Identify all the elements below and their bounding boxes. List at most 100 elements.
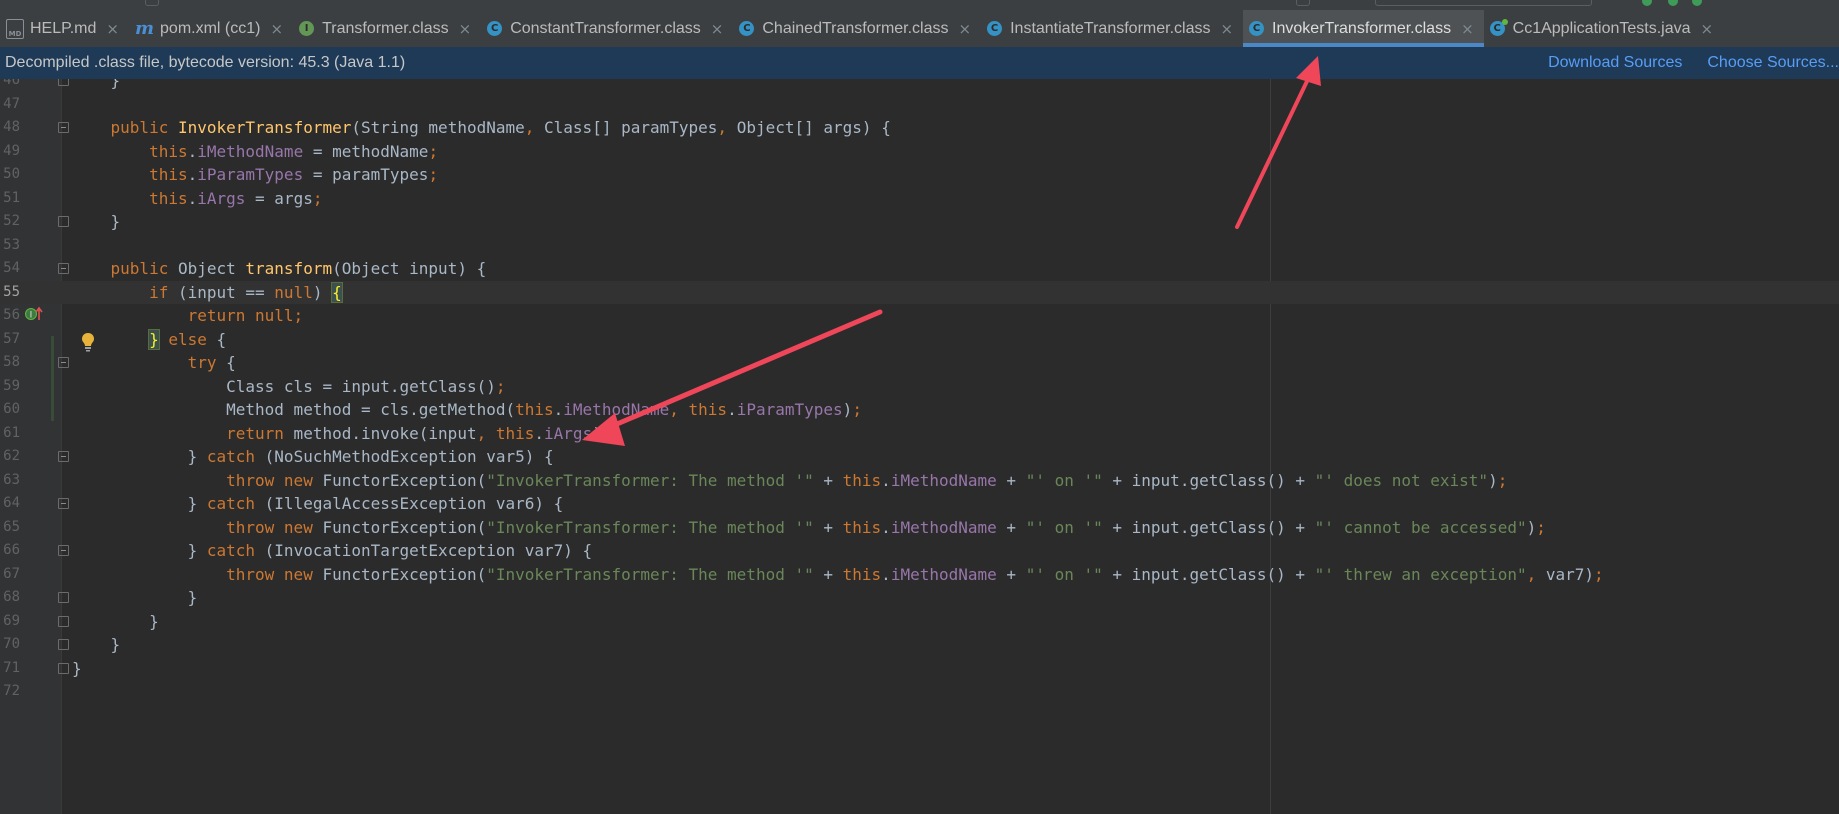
code-text[interactable]: } — [72, 586, 198, 610]
fold-end-icon[interactable] — [58, 662, 69, 674]
toolbar-button[interactable] — [145, 0, 159, 6]
code-text[interactable]: } catch (InvocationTargetException var7)… — [72, 539, 593, 563]
vcs-change-marker[interactable] — [51, 336, 54, 421]
code-line[interactable]: 68 } — [0, 586, 1839, 610]
line-number[interactable]: 61 — [0, 422, 20, 446]
line-number[interactable]: 69 — [0, 610, 20, 634]
code-line[interactable]: 61 return method.invoke(input, this.iArg… — [0, 422, 1839, 446]
close-icon[interactable]: × — [270, 20, 283, 38]
line-number[interactable]: 50 — [0, 163, 20, 187]
code-text[interactable]: Method method = cls.getMethod(this.iMeth… — [72, 398, 862, 422]
tab-constanttransformer-class[interactable]: C ConstantTransformer.class × — [481, 10, 733, 47]
code-text[interactable]: throw new FunctorException("InvokerTrans… — [72, 563, 1604, 587]
fold-end-icon[interactable] — [58, 592, 69, 604]
close-icon[interactable]: × — [106, 20, 119, 38]
line-number[interactable]: 55 — [0, 281, 20, 305]
code-text[interactable]: this.iArgs = args; — [72, 187, 322, 211]
toolbar-button[interactable] — [1296, 0, 1310, 6]
line-number[interactable]: 62 — [0, 445, 20, 469]
code-line[interactable]: 51 this.iArgs = args; — [0, 187, 1839, 211]
code-line[interactable]: 49 this.iMethodName = methodName; — [0, 140, 1839, 164]
code-line[interactable]: 52 } — [0, 210, 1839, 234]
code-text[interactable]: this.iParamTypes = paramTypes; — [72, 163, 438, 187]
line-number[interactable]: 64 — [0, 492, 20, 516]
line-number[interactable]: 71 — [0, 657, 20, 681]
line-number[interactable]: 56 — [0, 304, 20, 328]
code-line[interactable]: 67 throw new FunctorException("InvokerTr… — [0, 563, 1839, 587]
run-config-selector[interactable] — [1375, 0, 1592, 6]
fold-collapse-icon[interactable] — [58, 451, 69, 463]
fold-end-icon[interactable] — [58, 216, 69, 228]
tab-pom-xml-cc1[interactable]: m pom.xml (cc1) × — [129, 10, 293, 47]
code-line[interactable]: 58 try { — [0, 351, 1839, 375]
code-text[interactable]: public InvokerTransformer(String methodN… — [72, 116, 891, 140]
code-line[interactable]: 60 Method method = cls.getMethod(this.iM… — [0, 398, 1839, 422]
code-line[interactable]: 69 } — [0, 610, 1839, 634]
code-text[interactable]: throw new FunctorException("InvokerTrans… — [72, 469, 1507, 493]
implements-method-icon[interactable]: I — [24, 304, 44, 324]
fold-collapse-icon[interactable] — [58, 498, 69, 510]
line-number[interactable]: 67 — [0, 563, 20, 587]
code-text[interactable]: return null; — [72, 304, 304, 328]
code-line[interactable]: 70 } — [0, 633, 1839, 657]
code-line[interactable]: 53 — [0, 234, 1839, 258]
line-number[interactable]: 66 — [0, 539, 20, 563]
fold-collapse-icon[interactable] — [58, 357, 69, 369]
fold-end-icon[interactable] — [58, 79, 69, 87]
line-number[interactable]: 49 — [0, 140, 20, 164]
fold-collapse-icon[interactable] — [58, 263, 69, 275]
close-icon[interactable]: × — [1461, 20, 1474, 38]
code-editor[interactable]: 46 } 47 48 public InvokerTransformer(Strin… — [0, 79, 1839, 814]
close-icon[interactable]: × — [1220, 20, 1233, 38]
line-number[interactable]: 53 — [0, 234, 20, 258]
code-line[interactable]: 62 } catch (NoSuchMethodException var5) … — [0, 445, 1839, 469]
close-icon[interactable]: × — [711, 20, 724, 38]
code-line[interactable]: 47 — [0, 93, 1839, 117]
code-text[interactable]: } else { — [72, 328, 226, 352]
code-text[interactable]: } catch (IllegalAccessException var6) { — [72, 492, 564, 516]
tab-invokertransformer-class[interactable]: C InvokerTransformer.class × — [1243, 10, 1484, 47]
code-text[interactable]: } — [72, 657, 82, 681]
code-text[interactable]: } catch (NoSuchMethodException var5) { — [72, 445, 554, 469]
tab-cc1applicationtests-java[interactable]: C Cc1ApplicationTests.java × — [1484, 10, 1723, 47]
code-text[interactable]: return method.invoke(input, this.iArgs); — [72, 422, 611, 446]
fold-collapse-icon[interactable] — [58, 122, 69, 134]
tab-instantiatetransformer-class[interactable]: C InstantiateTransformer.class × — [981, 10, 1243, 47]
code-line[interactable]: 57 } else { — [0, 328, 1839, 352]
code-line[interactable]: 63 throw new FunctorException("InvokerTr… — [0, 469, 1839, 493]
line-number[interactable]: 65 — [0, 516, 20, 540]
line-number[interactable]: 63 — [0, 469, 20, 493]
lightbulb-icon[interactable] — [81, 332, 95, 352]
download-sources-link[interactable]: Download Sources — [1548, 54, 1682, 72]
line-number[interactable]: 68 — [0, 586, 20, 610]
fold-end-icon[interactable] — [58, 639, 69, 651]
tab-chainedtransformer-class[interactable]: C ChainedTransformer.class × — [733, 10, 981, 47]
code-text[interactable]: throw new FunctorException("InvokerTrans… — [72, 516, 1546, 540]
line-number[interactable]: 58 — [0, 351, 20, 375]
code-text[interactable]: } — [72, 633, 121, 657]
code-line[interactable]: 59 Class cls = input.getClass(); — [0, 375, 1839, 399]
line-number[interactable]: 60 — [0, 398, 20, 422]
close-icon[interactable]: × — [1701, 20, 1714, 38]
code-line[interactable]: 72 — [0, 680, 1839, 704]
line-number[interactable]: 59 — [0, 375, 20, 399]
line-number[interactable]: 51 — [0, 187, 20, 211]
run-icon[interactable] — [1642, 0, 1652, 6]
code-line[interactable]: 48 public InvokerTransformer(String meth… — [0, 116, 1839, 140]
code-line[interactable]: 66 } catch (InvocationTargetException va… — [0, 539, 1839, 563]
line-number[interactable]: 72 — [0, 680, 20, 704]
code-text[interactable]: } — [72, 79, 121, 93]
tab-transformer-class[interactable]: I Transformer.class × — [293, 10, 481, 47]
code-line[interactable]: 71} — [0, 657, 1839, 681]
fold-collapse-icon[interactable] — [58, 545, 69, 557]
code-line[interactable]: 65 throw new FunctorException("InvokerTr… — [0, 516, 1839, 540]
coverage-icon[interactable] — [1692, 0, 1702, 6]
line-number[interactable]: 52 — [0, 210, 20, 234]
code-line[interactable]: 64 } catch (IllegalAccessException var6)… — [0, 492, 1839, 516]
code-text[interactable]: public Object transform(Object input) { — [72, 257, 487, 281]
code-text[interactable]: if (input == null) { — [72, 281, 343, 305]
code-text[interactable]: Class cls = input.getClass(); — [72, 375, 505, 399]
code-text[interactable]: } — [72, 610, 159, 634]
debug-icon[interactable] — [1668, 0, 1678, 6]
tab-help-md[interactable]: MD HELP.md × — [0, 10, 129, 47]
